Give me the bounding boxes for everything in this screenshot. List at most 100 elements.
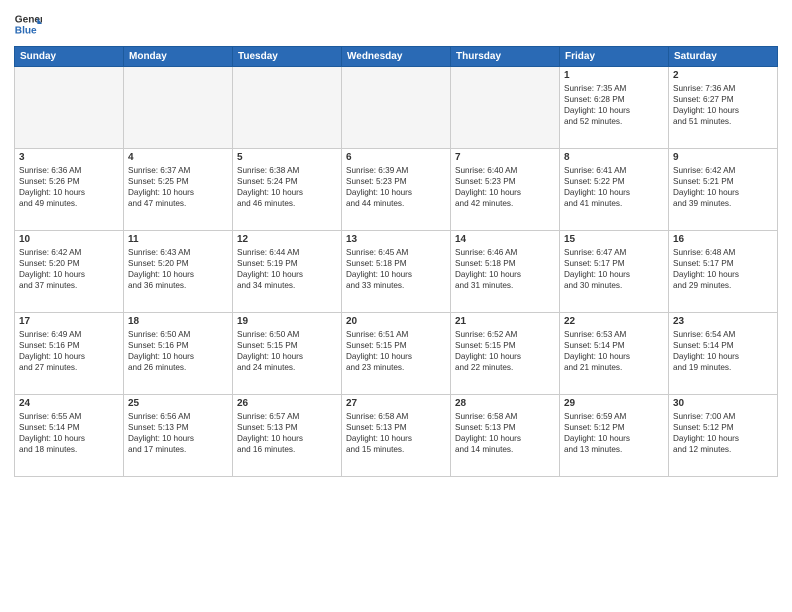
day-number: 8 [564,152,664,163]
day-info: Sunrise: 6:42 AMSunset: 5:20 PMDaylight:… [19,247,119,291]
day-info: Sunrise: 6:59 AMSunset: 5:12 PMDaylight:… [564,411,664,455]
calendar-cell: 24 Sunrise: 6:55 AMSunset: 5:14 PMDayligh… [15,395,124,477]
day-number: 11 [128,234,228,245]
day-info: Sunrise: 7:00 AMSunset: 5:12 PMDaylight:… [673,411,773,455]
calendar-cell: 30 Sunrise: 7:00 AMSunset: 5:12 PMDayligh… [669,395,778,477]
calendar-header-row: SundayMondayTuesdayWednesdayThursdayFrid… [15,47,778,67]
calendar-cell: 10Sunrise: 6:42 AMSunset: 5:20 PMDayligh… [15,231,124,313]
svg-text:Blue: Blue [15,25,37,36]
day-number: 5 [237,152,337,163]
day-info: Sunrise: 6:58 AMSunset: 5:13 PMDaylight:… [346,411,446,455]
day-number: 14 [455,234,555,245]
day-number: 15 [564,234,664,245]
calendar-week-2: 10Sunrise: 6:42 AMSunset: 5:20 PMDayligh… [15,231,778,313]
calendar-cell: 4 Sunrise: 6:37 AMSunset: 5:25 PMDaylight… [124,149,233,231]
calendar-cell: 1Sunrise: 7:35 AMSunset: 6:28 PMDaylight… [560,67,669,149]
calendar-cell: 8 Sunrise: 6:41 AMSunset: 5:22 PMDaylight… [560,149,669,231]
calendar-header-saturday: Saturday [669,47,778,67]
day-info: Sunrise: 6:50 AMSunset: 5:15 PMDaylight:… [237,329,337,373]
calendar-cell [342,67,451,149]
day-info: Sunrise: 6:55 AMSunset: 5:14 PMDaylight:… [19,411,119,455]
day-info: Sunrise: 6:36 AMSunset: 5:26 PMDaylight:… [19,165,119,209]
calendar-cell: 16 Sunrise: 6:48 AMSunset: 5:17 PMDayligh… [669,231,778,313]
day-info: Sunrise: 6:58 AMSunset: 5:13 PMDaylight:… [455,411,555,455]
calendar-cell: 17 Sunrise: 6:49 AMSunset: 5:16 PMDayligh… [15,313,124,395]
calendar-header-friday: Friday [560,47,669,67]
calendar-week-3: 17 Sunrise: 6:49 AMSunset: 5:16 PMDayligh… [15,313,778,395]
calendar-week-4: 24 Sunrise: 6:55 AMSunset: 5:14 PMDayligh… [15,395,778,477]
day-info: Sunrise: 6:49 AMSunset: 5:16 PMDaylight:… [19,329,119,373]
day-info: Sunrise: 6:43 AMSunset: 5:20 PMDaylight:… [128,247,228,291]
day-info: Sunrise: 6:45 AMSunset: 5:18 PMDaylight:… [346,247,446,291]
day-number: 24 [19,398,119,409]
day-info: Sunrise: 6:52 AMSunset: 5:15 PMDaylight:… [455,329,555,373]
calendar-cell: 21 Sunrise: 6:52 AMSunset: 5:15 PMDayligh… [451,313,560,395]
calendar-cell [233,67,342,149]
day-number: 26 [237,398,337,409]
calendar-cell: 14 Sunrise: 6:46 AMSunset: 5:18 PMDayligh… [451,231,560,313]
day-number: 23 [673,316,773,327]
calendar-table: SundayMondayTuesdayWednesdayThursdayFrid… [14,46,778,477]
calendar-week-1: 3 Sunrise: 6:36 AMSunset: 5:26 PMDaylight… [15,149,778,231]
calendar-week-0: 1Sunrise: 7:35 AMSunset: 6:28 PMDaylight… [15,67,778,149]
day-info: Sunrise: 6:57 AMSunset: 5:13 PMDaylight:… [237,411,337,455]
calendar-cell [124,67,233,149]
day-info: Sunrise: 6:48 AMSunset: 5:17 PMDaylight:… [673,247,773,291]
day-number: 29 [564,398,664,409]
day-number: 22 [564,316,664,327]
calendar-cell: 20 Sunrise: 6:51 AMSunset: 5:15 PMDayligh… [342,313,451,395]
calendar-cell: 28 Sunrise: 6:58 AMSunset: 5:13 PMDayligh… [451,395,560,477]
day-number: 3 [19,152,119,163]
day-info: Sunrise: 6:40 AMSunset: 5:23 PMDaylight:… [455,165,555,209]
day-number: 30 [673,398,773,409]
day-info: Sunrise: 6:53 AMSunset: 5:14 PMDaylight:… [564,329,664,373]
day-number: 12 [237,234,337,245]
day-number: 6 [346,152,446,163]
calendar-cell: 22 Sunrise: 6:53 AMSunset: 5:14 PMDayligh… [560,313,669,395]
calendar-cell: 12 Sunrise: 6:44 AMSunset: 5:19 PMDayligh… [233,231,342,313]
day-number: 4 [128,152,228,163]
logo: General Blue [14,10,42,38]
calendar-header-wednesday: Wednesday [342,47,451,67]
day-number: 16 [673,234,773,245]
day-number: 13 [346,234,446,245]
day-info: Sunrise: 6:56 AMSunset: 5:13 PMDaylight:… [128,411,228,455]
calendar-cell: 9Sunrise: 6:42 AMSunset: 5:21 PMDaylight… [669,149,778,231]
day-number: 7 [455,152,555,163]
page: General Blue SundayMondayTuesdayWednesda… [0,0,792,612]
calendar-cell: 29 Sunrise: 6:59 AMSunset: 5:12 PMDayligh… [560,395,669,477]
calendar-cell: 18Sunrise: 6:50 AMSunset: 5:16 PMDayligh… [124,313,233,395]
calendar-cell: 23Sunrise: 6:54 AMSunset: 5:14 PMDayligh… [669,313,778,395]
calendar-cell: 25Sunrise: 6:56 AMSunset: 5:13 PMDayligh… [124,395,233,477]
calendar-cell: 26 Sunrise: 6:57 AMSunset: 5:13 PMDayligh… [233,395,342,477]
day-number: 21 [455,316,555,327]
calendar-cell: 13 Sunrise: 6:45 AMSunset: 5:18 PMDayligh… [342,231,451,313]
day-number: 20 [346,316,446,327]
day-info: Sunrise: 6:41 AMSunset: 5:22 PMDaylight:… [564,165,664,209]
calendar-cell [451,67,560,149]
calendar-cell: 19 Sunrise: 6:50 AMSunset: 5:15 PMDayligh… [233,313,342,395]
day-number: 18 [128,316,228,327]
day-number: 17 [19,316,119,327]
day-info: Sunrise: 6:38 AMSunset: 5:24 PMDaylight:… [237,165,337,209]
day-info: Sunrise: 6:44 AMSunset: 5:19 PMDaylight:… [237,247,337,291]
day-number: 28 [455,398,555,409]
day-info: Sunrise: 6:51 AMSunset: 5:15 PMDaylight:… [346,329,446,373]
day-info: Sunrise: 7:35 AMSunset: 6:28 PMDaylight:… [564,83,664,127]
day-info: Sunrise: 6:39 AMSunset: 5:23 PMDaylight:… [346,165,446,209]
calendar-header-sunday: Sunday [15,47,124,67]
day-info: Sunrise: 7:36 AMSunset: 6:27 PMDaylight:… [673,83,773,127]
header: General Blue [14,10,778,38]
logo-icon: General Blue [14,10,42,38]
calendar-cell: 27Sunrise: 6:58 AMSunset: 5:13 PMDayligh… [342,395,451,477]
day-number: 2 [673,70,773,81]
calendar-header-thursday: Thursday [451,47,560,67]
calendar-cell: 2 Sunrise: 7:36 AMSunset: 6:27 PMDaylight… [669,67,778,149]
day-number: 9 [673,152,773,163]
day-number: 19 [237,316,337,327]
day-info: Sunrise: 6:47 AMSunset: 5:17 PMDaylight:… [564,247,664,291]
calendar-cell: 6 Sunrise: 6:39 AMSunset: 5:23 PMDaylight… [342,149,451,231]
calendar-cell [15,67,124,149]
day-info: Sunrise: 6:37 AMSunset: 5:25 PMDaylight:… [128,165,228,209]
day-info: Sunrise: 6:46 AMSunset: 5:18 PMDaylight:… [455,247,555,291]
